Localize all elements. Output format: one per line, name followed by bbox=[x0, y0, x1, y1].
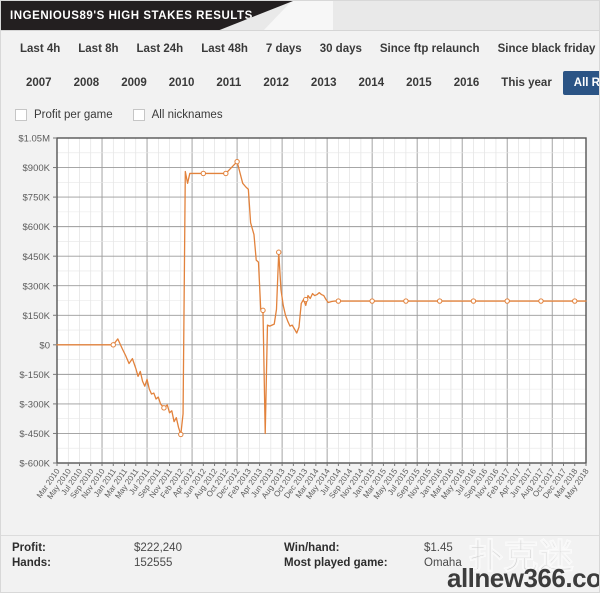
period-tab-30-days[interactable]: 30 days bbox=[311, 38, 371, 60]
profit-chart[interactable]: $1.05M $900K $750K $600K $450K $300K $150K $0 $-… bbox=[1, 130, 600, 535]
y-tick-label: $0 bbox=[39, 340, 50, 351]
year-tab-all-results[interactable]: All Results bbox=[562, 71, 599, 95]
data-point[interactable] bbox=[470, 298, 477, 304]
data-point[interactable] bbox=[276, 249, 282, 255]
y-axis: $1.05M $900K $750K $600K $450K $300K $150K $0 $-… bbox=[18, 134, 57, 470]
period-tab-7-days[interactable]: 7 days bbox=[257, 38, 311, 60]
year-tab-2010[interactable]: 2010 bbox=[158, 71, 206, 95]
year-tab-2014[interactable]: 2014 bbox=[348, 71, 396, 95]
year-tab-2011[interactable]: 2011 bbox=[205, 71, 252, 95]
data-point[interactable] bbox=[369, 298, 375, 304]
y-tick-label: $150K bbox=[23, 311, 51, 322]
y-tick-label: $900K bbox=[23, 163, 51, 174]
page-header: INGENIOUS89'S HIGH STAKES RESULTS bbox=[1, 1, 599, 31]
header-divider bbox=[1, 30, 599, 31]
y-tick-label: $750K bbox=[23, 193, 51, 204]
period-tab-row: Last 4h Last 8h Last 24h Last 48h 7 days 30 d… bbox=[1, 31, 599, 66]
profit-value: $222,240 bbox=[134, 542, 182, 554]
year-tab-2007[interactable]: 2007 bbox=[15, 71, 63, 95]
period-tab-last-4h[interactable]: Last 4h bbox=[15, 38, 69, 60]
year-tab-row: 2007 2008 2009 2010 2011 2012 2013 2014 2015 2016… bbox=[1, 66, 599, 100]
data-point[interactable] bbox=[200, 170, 207, 177]
data-point[interactable] bbox=[303, 296, 309, 303]
y-tick-label: $-450K bbox=[19, 429, 50, 440]
header-banner: INGENIOUS89'S HIGH STAKES RESULTS bbox=[1, 1, 293, 31]
checkbox-label-all-nicknames: All nicknames bbox=[151, 109, 223, 121]
year-tab-2013[interactable]: 2013 bbox=[300, 71, 348, 95]
profit-chart-svg[interactable]: $1.05M $900K $750K $600K $450K $300K $150K $0 $-… bbox=[1, 130, 600, 535]
page-title: INGENIOUS89'S HIGH STAKES RESULTS bbox=[10, 10, 253, 22]
y-tick-label: $450K bbox=[23, 252, 51, 263]
y-tick-label: $600K bbox=[23, 222, 51, 233]
winhand-label: Win/hand: bbox=[284, 542, 340, 554]
data-point[interactable] bbox=[223, 170, 229, 177]
checkbox-all-nicknames[interactable] bbox=[132, 109, 145, 121]
y-tick-label: $-300K bbox=[19, 400, 50, 411]
period-tab-since-ftp-relaunch[interactable]: Since ftp relaunch bbox=[371, 38, 489, 60]
year-tab-this-year[interactable]: This year bbox=[490, 71, 563, 95]
period-tab-last-24h[interactable]: Last 24h bbox=[128, 38, 193, 60]
y-tick-label: $300K bbox=[23, 281, 51, 292]
y-tick-label: $1.05M bbox=[18, 134, 50, 145]
year-tab-2015[interactable]: 2015 bbox=[395, 71, 443, 95]
checkbox-profit-per-game[interactable] bbox=[15, 109, 27, 121]
most-played-game-value: Omaha bbox=[424, 557, 462, 569]
data-point[interactable] bbox=[161, 405, 167, 411]
profit-label: Profit: bbox=[12, 542, 46, 554]
hands-value: 152555 bbox=[134, 557, 173, 569]
data-point[interactable] bbox=[110, 342, 116, 348]
x-axis: Mar 2010May 2010Jul 2010Sep 2010Nov 2010… bbox=[35, 463, 591, 501]
period-tab-since-black-friday[interactable]: Since black friday bbox=[489, 38, 599, 60]
data-point[interactable] bbox=[260, 307, 266, 314]
checkbox-row: Profit per game All nicknames bbox=[1, 100, 599, 130]
year-tab-2016[interactable]: 2016 bbox=[443, 71, 491, 95]
data-point[interactable] bbox=[335, 298, 342, 304]
data-point[interactable] bbox=[234, 158, 240, 165]
year-tab-2012[interactable]: 2012 bbox=[252, 71, 300, 95]
year-tab-2008[interactable]: 2008 bbox=[63, 71, 111, 95]
y-tick-label: $-150K bbox=[19, 370, 50, 381]
most-played-game-label: Most played game: bbox=[284, 557, 388, 569]
data-point[interactable] bbox=[436, 298, 443, 304]
data-point[interactable] bbox=[178, 431, 184, 438]
year-tab-2009[interactable]: 2009 bbox=[110, 71, 158, 95]
period-tab-last-48h[interactable]: Last 48h bbox=[192, 38, 257, 60]
data-point[interactable] bbox=[504, 298, 510, 304]
y-tick-label: $-600K bbox=[19, 459, 50, 470]
period-tab-last-8h[interactable]: Last 8h bbox=[69, 38, 127, 60]
results-panel: INGENIOUS89'S HIGH STAKES RESULTS Last 4… bbox=[0, 0, 600, 593]
checkbox-label-profit-per-game: Profit per game bbox=[34, 109, 113, 121]
data-point[interactable] bbox=[403, 298, 409, 304]
winhand-value: $1.45 bbox=[424, 542, 453, 554]
data-point[interactable] bbox=[572, 298, 578, 304]
hands-label: Hands: bbox=[12, 557, 51, 569]
stats-grid: Profit: $222,240 Win/hand: $1.45 Hands: … bbox=[1, 542, 599, 569]
data-point[interactable] bbox=[538, 298, 544, 304]
stats-footer: Profit: $222,240 Win/hand: $1.45 Hands: … bbox=[1, 535, 599, 587]
filter-section: Last 4h Last 8h Last 24h Last 48h 7 days 30 d… bbox=[1, 31, 599, 130]
